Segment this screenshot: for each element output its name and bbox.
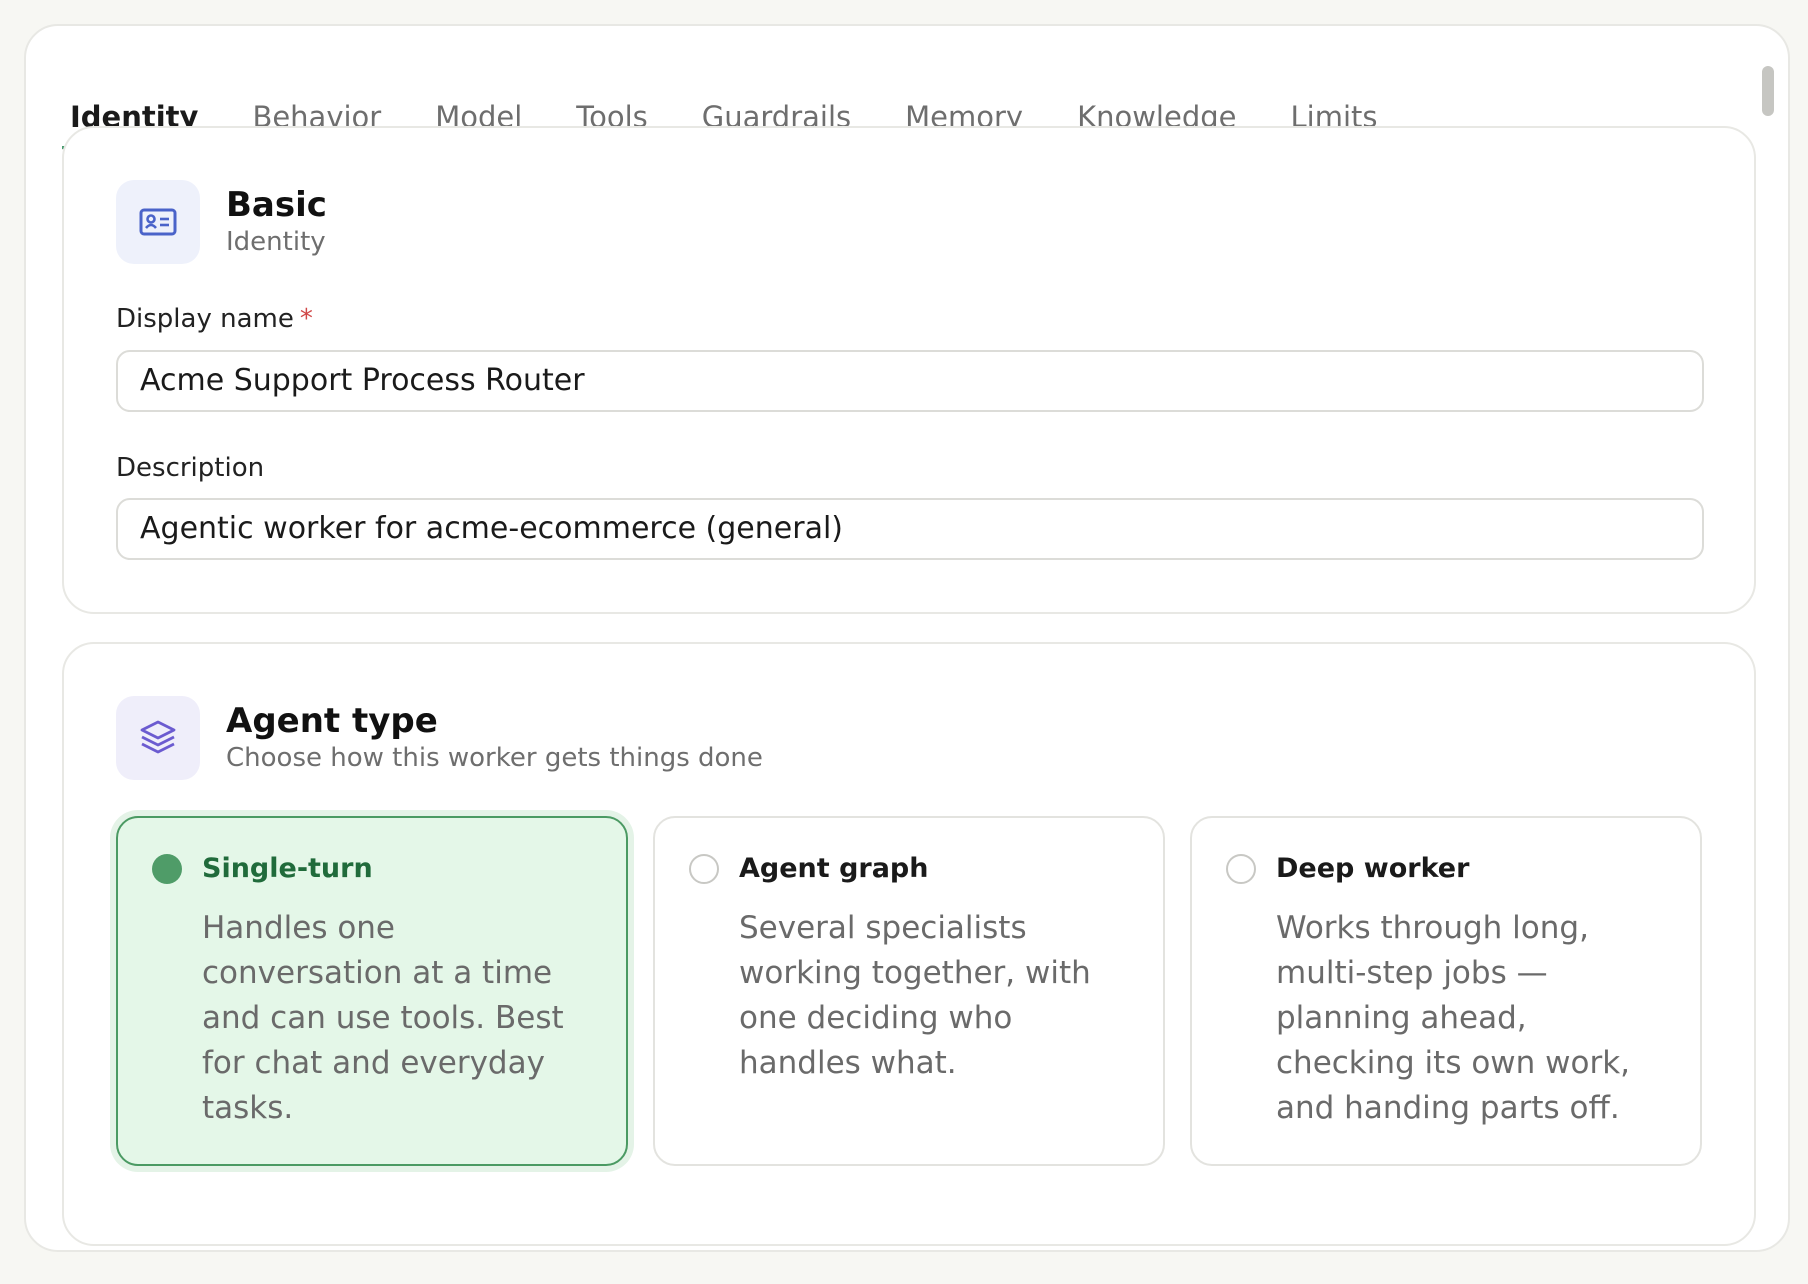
id-card-icon (116, 180, 200, 264)
option-description: Works through long, multi-step jobs — pl… (1276, 910, 1631, 1126)
basic-section-subtitle: Identity (226, 227, 326, 257)
basic-section-card: Basic Identity Display name * Acme Suppor… (62, 126, 1756, 614)
scrollbar-thumb[interactable] (1762, 66, 1774, 116)
layers-icon (116, 696, 200, 780)
option-title: Deep worker (1276, 853, 1470, 884)
basic-section-title: Basic (226, 185, 327, 225)
radio-selected[interactable] (152, 854, 182, 884)
agent-type-section-card: Agent type Choose how this worker gets t… (62, 642, 1756, 1246)
agent-type-option-agent-graph[interactable]: Agent graph Several specialists working … (653, 816, 1165, 1166)
option-title: Single-turn (202, 853, 373, 884)
agent-type-option-deep-worker[interactable]: Deep worker Works through long, multi-st… (1190, 816, 1702, 1166)
display-name-label: Display name * (116, 304, 313, 334)
agent-type-section-title: Agent type (226, 701, 438, 741)
display-name-label-text: Display name (116, 304, 294, 334)
option-description: Several specialists working together, wi… (739, 910, 1091, 1081)
basic-section-header: Basic Identity (116, 180, 327, 264)
description-input[interactable]: Agentic worker for acme-ecommerce (gener… (116, 498, 1704, 560)
agent-settings-panel: Identity Behavior Model Tools Guardrails… (24, 24, 1790, 1252)
option-description: Handles one conversation at a time and c… (202, 910, 564, 1126)
radio-unselected[interactable] (1226, 854, 1256, 884)
radio-unselected[interactable] (689, 854, 719, 884)
agent-type-section-subtitle: Choose how this worker gets things done (226, 743, 763, 773)
display-name-input[interactable]: Acme Support Process Router (116, 350, 1704, 412)
description-label: Description (116, 453, 265, 483)
agent-type-option-single-turn[interactable]: Single-turn Handles one conversation at … (116, 816, 628, 1166)
agent-type-section-header: Agent type Choose how this worker gets t… (116, 696, 763, 780)
option-title: Agent graph (739, 853, 929, 884)
required-marker: * (299, 304, 313, 334)
